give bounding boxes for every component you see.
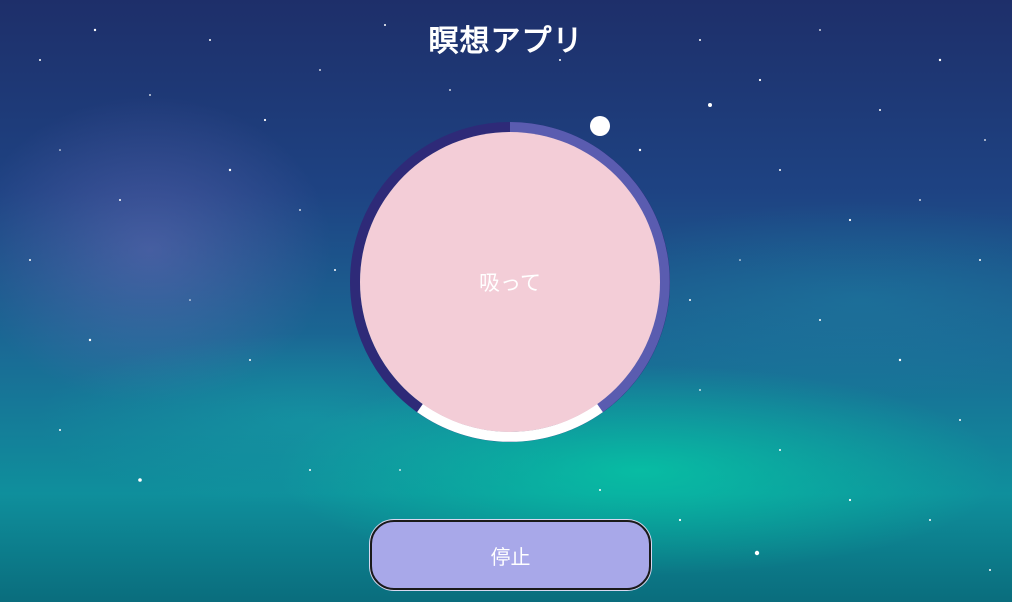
breath-phase-label: 吸って	[479, 271, 541, 295]
stop-button[interactable]: 停止	[370, 520, 651, 590]
app-title: 瞑想アプリ	[428, 24, 584, 59]
progress-dot-indicator	[590, 116, 610, 136]
breathing-indicator: 吸って	[350, 122, 670, 442]
breath-circle: 吸って	[360, 132, 660, 432]
